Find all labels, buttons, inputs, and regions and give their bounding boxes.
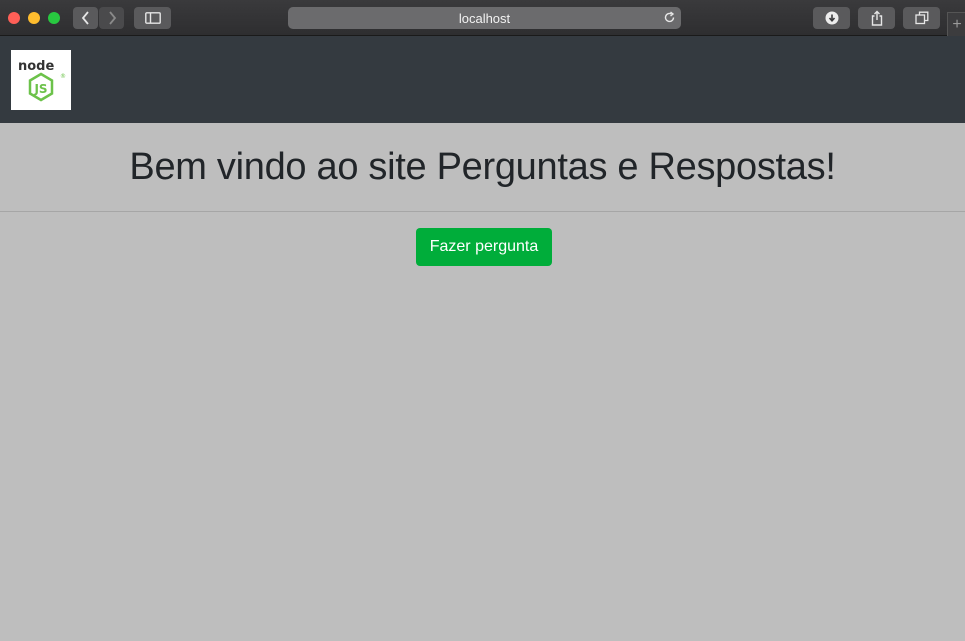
plus-icon: + <box>952 15 962 33</box>
nodejs-logo[interactable]: node JS ® <box>11 50 71 110</box>
logo-word: node <box>18 59 54 74</box>
minimize-window-button[interactable] <box>28 12 40 24</box>
sidebar-icon <box>144 12 161 24</box>
back-icon <box>81 11 89 25</box>
close-window-button[interactable] <box>8 12 20 24</box>
tabs-overview-button[interactable] <box>903 7 940 29</box>
logo-badge: JS <box>33 82 47 96</box>
zoom-window-button[interactable] <box>48 12 60 24</box>
browser-toolbar: localhost + <box>0 0 965 36</box>
new-tab-button[interactable]: + <box>947 12 965 36</box>
url-text: localhost <box>458 10 511 26</box>
download-button[interactable] <box>813 7 850 29</box>
sidebar-button[interactable] <box>134 7 171 29</box>
download-icon <box>825 11 838 25</box>
nodejs-logo-icon: node JS ® <box>18 59 66 102</box>
share-button[interactable] <box>858 7 895 29</box>
forward-button[interactable] <box>99 7 124 29</box>
address-bar[interactable]: localhost <box>288 7 681 29</box>
share-icon <box>871 10 882 26</box>
welcome-section: Bem vindo ao site Perguntas e Respostas! <box>0 123 965 212</box>
ask-question-button[interactable]: Fazer pergunta <box>416 228 552 266</box>
back-button[interactable] <box>73 7 98 29</box>
logo-mark: ® <box>60 73 66 80</box>
tabs-overview-icon <box>914 11 928 25</box>
forward-icon <box>108 11 116 25</box>
page-title: Bem vindo ao site Perguntas e Respostas! <box>129 145 836 188</box>
reload-icon[interactable] <box>663 11 676 24</box>
navbar: node JS ® <box>0 36 965 123</box>
